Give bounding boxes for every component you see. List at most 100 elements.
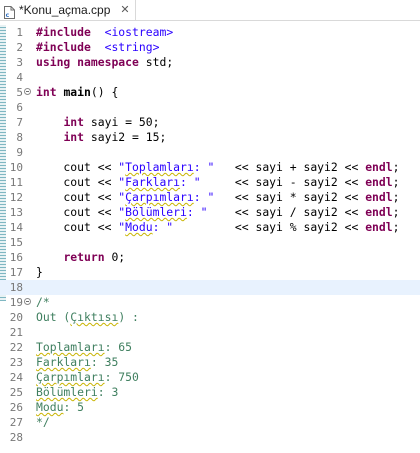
code-line[interactable]: 10 cout << "Toplamları: " << sayi + sayi…: [0, 160, 420, 175]
cm-token: Modu: 5: [36, 400, 85, 414]
kw-token: int: [63, 115, 85, 129]
code-text: #include <iostream>: [36, 25, 173, 40]
kw-token: namespace: [77, 55, 139, 69]
code-line[interactable]: 27 */: [0, 415, 420, 430]
code-line[interactable]: 16 return 0;: [0, 250, 420, 265]
kw-token: int: [36, 85, 57, 99]
code-line[interactable]: 3 using namespace std;: [0, 55, 420, 70]
line-number: 16: [9, 251, 23, 264]
line-number: 19: [9, 296, 23, 309]
code-line[interactable]: 19 /*: [0, 295, 420, 310]
code-line[interactable]: 13 cout << "Bölümleri: " << sayi / sayi2…: [0, 205, 420, 220]
close-icon[interactable]: ✕: [120, 4, 129, 16]
code-token: () {: [90, 85, 119, 99]
code-line[interactable]: 17}: [0, 265, 420, 280]
line-number: 3: [16, 56, 23, 69]
code-token: ;: [392, 160, 400, 174]
code-text: cout << "Çarpımları: " << sayi * sayi2 <…: [36, 190, 399, 205]
code-text: int main() {: [36, 85, 118, 100]
code-line[interactable]: 7 int sayi = 50;: [0, 115, 420, 130]
kw-token: endl: [365, 205, 393, 219]
code-token: cout <<: [36, 220, 119, 234]
code-line[interactable]: 4: [0, 70, 420, 85]
code-line[interactable]: 9: [0, 145, 420, 160]
kw-token: endl: [365, 175, 393, 189]
line-number: 1: [16, 26, 23, 39]
cm-token: Toplamları: 65: [36, 340, 133, 354]
code-line[interactable]: 20 Out (Çıktısı) :: [0, 310, 420, 325]
code-text: cout << "Bölümleri: " << sayi / sayi2 <<…: [36, 205, 399, 220]
kw-token: #include: [36, 25, 91, 39]
code-token: << sayi + sayi2 <<: [214, 160, 366, 174]
code-text: Toplamları: 65: [36, 340, 132, 355]
kw-token: #include: [36, 40, 91, 54]
str-token: "Bölümleri: ": [118, 205, 208, 219]
code-line[interactable]: 26 Modu: 5: [0, 400, 420, 415]
code-line[interactable]: 1 #include <iostream>: [0, 25, 420, 40]
line-number: 5: [16, 86, 23, 99]
line-number: 21: [9, 326, 23, 339]
code-line[interactable]: 15: [0, 235, 420, 250]
fold-toggle-icon[interactable]: [24, 298, 31, 305]
code-token: sayi2 = 15;: [84, 130, 167, 144]
code-text: Bölümleri: 3: [36, 385, 118, 400]
code-token: << sayi / sayi2 <<: [207, 205, 366, 219]
code-line[interactable]: 21: [0, 325, 420, 340]
code-line[interactable]: 22 Toplamları: 65: [0, 340, 420, 355]
code-text: Out (Çıktısı) :: [36, 310, 139, 325]
code-line[interactable]: 5 int main() {: [0, 85, 420, 100]
kw-token: endl: [365, 160, 393, 174]
code-line[interactable]: 11 cout << "Farkları: " << sayi - sayi2 …: [0, 175, 420, 190]
code-line[interactable]: 2 #include <string>: [0, 40, 420, 55]
kw-token: return: [63, 250, 105, 264]
line-number: 26: [9, 401, 23, 414]
code-line[interactable]: 25 Bölümleri: 3: [0, 385, 420, 400]
code-line[interactable]: 8 int sayi2 = 15;: [0, 130, 420, 145]
str-token: "Toplamları: ": [118, 160, 215, 174]
code-token: ;: [392, 220, 400, 234]
editor-tab-bar: c *Konu_açma.cpp ✕: [0, 0, 420, 21]
line-number: 27: [9, 416, 23, 429]
cm-token: */: [36, 415, 50, 429]
cm-token: Out (Çıktısı) :: [36, 310, 139, 324]
code-token: cout <<: [36, 160, 119, 174]
code-editor[interactable]: 1 #include <iostream> 2 #include <string> 3 u…: [0, 21, 420, 453]
code-text: #include <string>: [36, 40, 159, 55]
code-line[interactable]: 28: [0, 430, 420, 445]
str-token: "Modu: ": [118, 220, 174, 234]
svg-text:c: c: [6, 12, 10, 19]
line-number: 22: [9, 341, 23, 354]
code-text: cout << "Farkları: " << sayi - sayi2 << …: [36, 175, 399, 190]
str-token: "Çarpımları: ": [118, 190, 215, 204]
code-text: using namespace std;: [36, 55, 173, 70]
code-token: }: [36, 265, 43, 279]
code-text: return 0;: [36, 250, 125, 265]
code-text: int sayi = 50;: [36, 115, 159, 130]
bold-token: main: [63, 85, 91, 99]
cm-token: Farkları: 35: [36, 355, 119, 369]
str-token: "Farkları: ": [118, 175, 201, 189]
code-line[interactable]: 24 Çarpımları: 750: [0, 370, 420, 385]
code-line[interactable]: 14 cout << "Modu: " << sayi % sayi2 << e…: [0, 220, 420, 235]
line-number: 13: [9, 206, 23, 219]
code-line[interactable]: 18: [0, 280, 420, 295]
line-number: 7: [16, 116, 23, 129]
line-number: 15: [9, 236, 23, 249]
code-line[interactable]: 6: [0, 100, 420, 115]
line-number: 12: [9, 191, 23, 204]
fold-toggle-icon[interactable]: [24, 88, 31, 95]
tab-title: *Konu_açma.cpp: [19, 3, 111, 17]
code-line[interactable]: 12 cout << "Çarpımları: " << sayi * sayi…: [0, 190, 420, 205]
code-text: Modu: 5: [36, 400, 84, 415]
line-number: 28: [9, 431, 23, 444]
line-number: 11: [9, 176, 23, 189]
line-number: 23: [9, 356, 23, 369]
code-line[interactable]: 23 Farkları: 35: [0, 355, 420, 370]
editor-tab[interactable]: c *Konu_açma.cpp ✕: [0, 0, 136, 20]
code-token: 0;: [104, 250, 126, 264]
code-token: << sayi * sayi2 <<: [214, 190, 366, 204]
line-number: 4: [16, 71, 23, 84]
